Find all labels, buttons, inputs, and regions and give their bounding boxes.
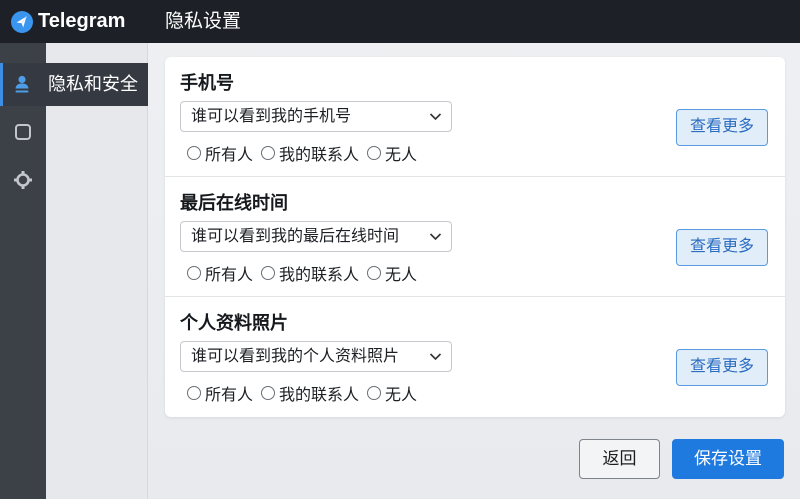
sidebar-item-label: 隐私和安全 — [48, 74, 138, 94]
radio-button[interactable] — [187, 386, 201, 400]
app-name: Telegram — [38, 10, 126, 32]
chevron-down-icon — [429, 353, 442, 361]
square-icon[interactable] — [12, 121, 34, 143]
radio-option-contacts[interactable]: 我的联系人 — [261, 141, 359, 165]
view-more-button[interactable]: 查看更多 — [676, 109, 768, 146]
section-title: 最后在线时间 — [180, 193, 288, 213]
radio-group: 所有人 我的联系人 无人 — [187, 141, 425, 165]
radio-button[interactable] — [367, 266, 382, 280]
radio-button[interactable] — [187, 266, 201, 280]
section-title: 手机号 — [180, 73, 234, 93]
radio-option-nobody[interactable]: 无人 — [367, 141, 417, 165]
radio-button[interactable] — [367, 386, 382, 400]
radio-label: 所有人 — [205, 267, 254, 284]
sidebar-rail — [0, 43, 46, 499]
radio-label: 无人 — [385, 387, 418, 404]
back-button[interactable]: 返回 — [579, 439, 660, 479]
radio-group: 所有人 我的联系人 无人 — [187, 261, 425, 285]
telegram-logo-icon — [11, 10, 33, 33]
radio-option-nobody[interactable]: 无人 — [367, 381, 417, 405]
privacy-select[interactable]: 谁可以看到我的最后在线时间 — [180, 221, 452, 252]
radio-option-contacts[interactable]: 我的联系人 — [261, 381, 359, 405]
privacy-select[interactable]: 谁可以看到我的手机号 — [180, 101, 452, 132]
radio-button[interactable] — [261, 386, 276, 400]
page-title: 隐私设置 — [165, 11, 242, 32]
save-settings-button[interactable]: 保存设置 — [672, 439, 784, 479]
radio-button[interactable] — [261, 266, 276, 280]
section-title: 个人资料照片 — [180, 313, 288, 333]
radio-option-everyone[interactable]: 所有人 — [187, 261, 253, 285]
radio-label: 无人 — [385, 147, 418, 164]
sidebar-panel — [46, 43, 148, 499]
select-value: 谁可以看到我的最后在线时间 — [191, 228, 400, 245]
view-more-button[interactable]: 查看更多 — [676, 229, 768, 266]
chevron-down-icon — [429, 233, 442, 241]
section-profile-photo: 个人资料照片 谁可以看到我的个人资料照片 所有人 我的联系人 无人 查看更多 — [165, 297, 785, 417]
radio-label: 我的联系人 — [279, 387, 360, 404]
radio-button[interactable] — [187, 146, 201, 160]
gear-icon[interactable] — [12, 169, 34, 191]
view-more-button[interactable]: 查看更多 — [676, 349, 768, 386]
sidebar-item-privacy-security[interactable]: 隐私和安全 — [0, 63, 148, 106]
radio-option-everyone[interactable]: 所有人 — [187, 141, 253, 165]
section-phone-number: 手机号 谁可以看到我的手机号 所有人 我的联系人 无人 查看更多 — [165, 57, 785, 177]
radio-button[interactable] — [367, 146, 382, 160]
radio-option-nobody[interactable]: 无人 — [367, 261, 417, 285]
privacy-select[interactable]: 谁可以看到我的个人资料照片 — [180, 341, 452, 372]
radio-label: 所有人 — [205, 387, 254, 404]
privacy-settings-card: 手机号 谁可以看到我的手机号 所有人 我的联系人 无人 查看更多 最后在线时间 … — [165, 57, 785, 417]
radio-group: 所有人 我的联系人 无人 — [187, 381, 425, 405]
radio-label: 我的联系人 — [279, 147, 360, 164]
user-icon — [15, 75, 29, 93]
section-last-seen: 最后在线时间 谁可以看到我的最后在线时间 所有人 我的联系人 无人 查看更多 — [165, 177, 785, 297]
top-bar: Telegram 隐私设置 — [0, 0, 800, 43]
radio-label: 所有人 — [205, 147, 254, 164]
select-value: 谁可以看到我的个人资料照片 — [191, 348, 400, 365]
radio-option-everyone[interactable]: 所有人 — [187, 381, 253, 405]
brand: Telegram — [0, 0, 148, 43]
radio-label: 我的联系人 — [279, 267, 360, 284]
chevron-down-icon — [429, 113, 442, 121]
radio-option-contacts[interactable]: 我的联系人 — [261, 261, 359, 285]
active-indicator — [0, 63, 3, 106]
radio-label: 无人 — [385, 267, 418, 284]
radio-button[interactable] — [261, 146, 276, 160]
select-value: 谁可以看到我的手机号 — [191, 108, 352, 125]
